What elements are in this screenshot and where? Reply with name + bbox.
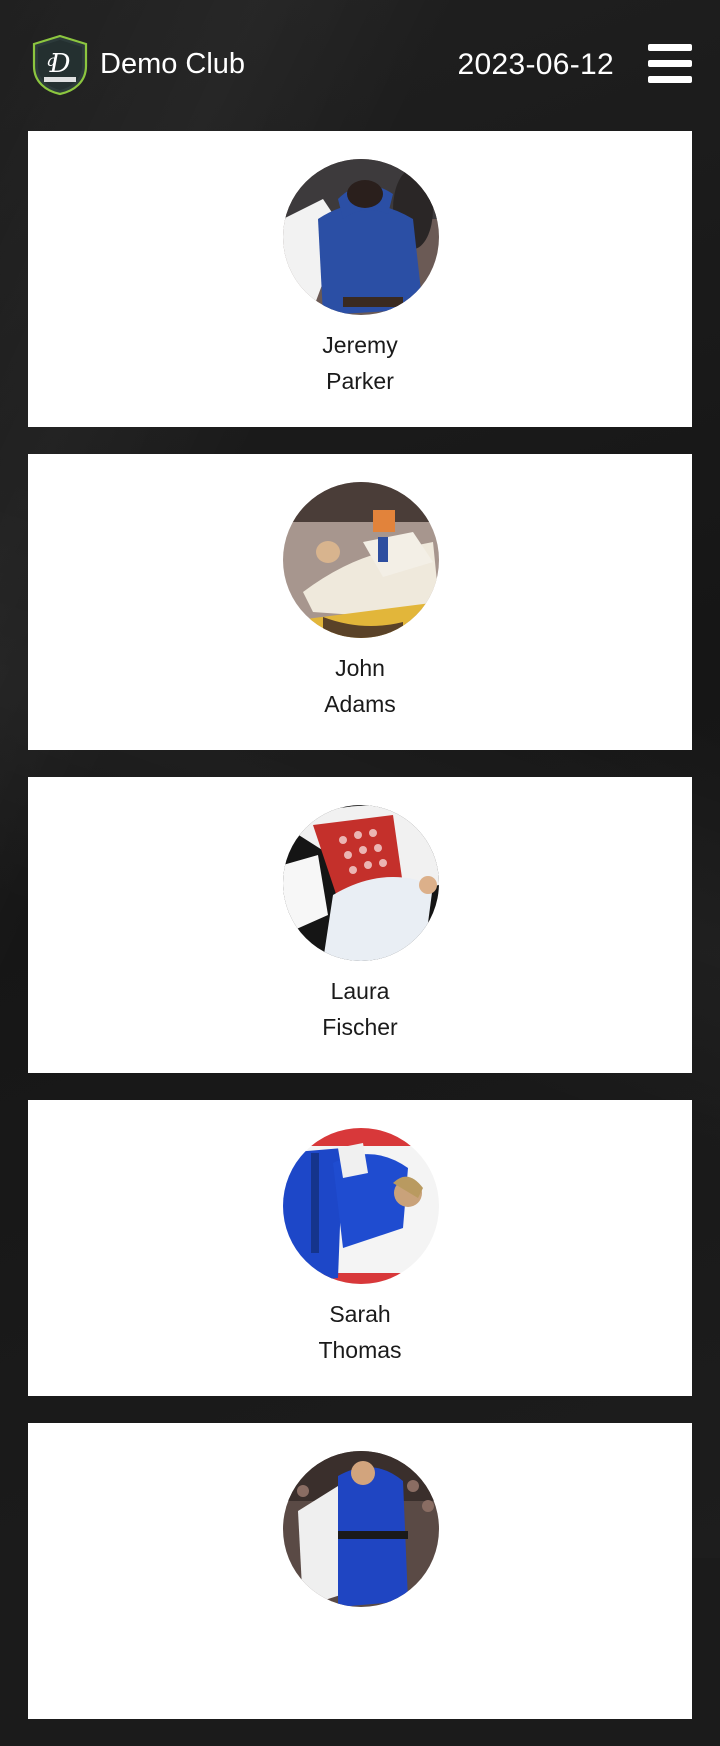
member-photo xyxy=(283,159,439,315)
member-name: Sarah Thomas xyxy=(28,1296,692,1368)
member-name: John Adams xyxy=(28,650,692,722)
member-card[interactable] xyxy=(28,1423,692,1719)
member-last-name: Parker xyxy=(326,368,394,394)
club-logo-icon[interactable]: D a xyxy=(30,34,90,96)
member-first-name: Sarah xyxy=(329,1301,391,1327)
member-card[interactable]: Laura Fischer xyxy=(28,777,692,1073)
svg-text:a: a xyxy=(47,51,57,70)
member-name: Jeremy Parker xyxy=(28,327,692,399)
current-date: 2023-06-12 xyxy=(457,48,614,81)
member-name: Laura Fischer xyxy=(28,973,692,1045)
member-list: Jeremy Parker John Adams Laura Fischer S… xyxy=(28,131,692,1746)
hamburger-menu-icon[interactable] xyxy=(648,42,694,86)
member-first-name: Jeremy xyxy=(322,332,398,358)
member-last-name: Adams xyxy=(324,691,396,717)
member-first-name: Laura xyxy=(330,978,390,1004)
member-photo xyxy=(283,482,439,638)
member-last-name: Thomas xyxy=(318,1337,402,1363)
member-photo xyxy=(283,1451,439,1607)
app-header: D a Demo Club 2023-06-12 xyxy=(0,0,720,130)
member-card[interactable]: John Adams xyxy=(28,454,692,750)
member-card[interactable]: Jeremy Parker xyxy=(28,131,692,427)
club-name: Demo Club xyxy=(100,48,246,80)
member-photo xyxy=(283,1128,439,1284)
member-photo xyxy=(283,805,439,961)
member-first-name: John xyxy=(335,655,385,681)
member-card[interactable]: Sarah Thomas xyxy=(28,1100,692,1396)
member-last-name: Fischer xyxy=(322,1014,398,1040)
